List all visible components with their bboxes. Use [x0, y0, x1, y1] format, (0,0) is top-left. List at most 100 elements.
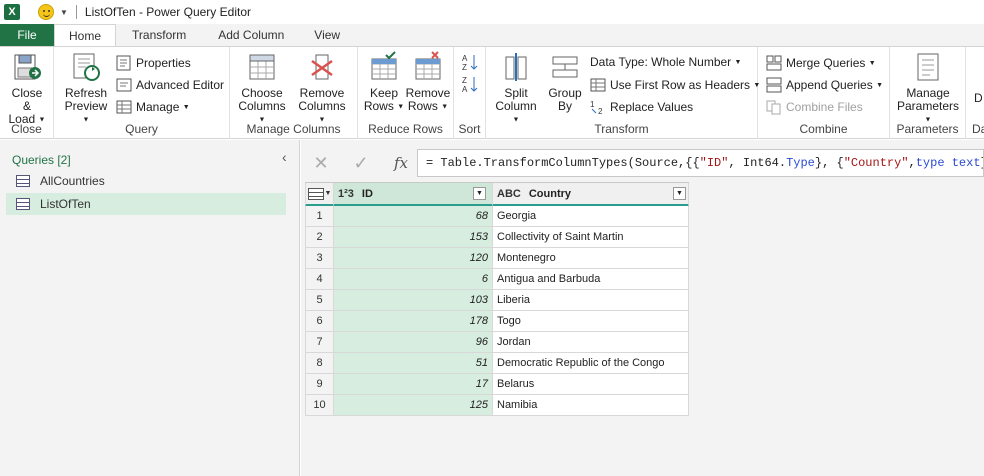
refresh-preview-button[interactable]: Refresh Preview ▼ [60, 51, 112, 126]
keep-rows-button[interactable]: Keep Rows ▼ [362, 51, 406, 113]
remove-columns-button[interactable]: Remove Columns ▼ [294, 51, 350, 126]
merge-queries-button[interactable]: Merge Queries ▼ [766, 55, 876, 71]
close-load-button[interactable]: Close & Load ▼ [6, 51, 48, 126]
column-header-label: Country [528, 187, 572, 200]
remove-rows-button[interactable]: Remove Rows ▼ [406, 51, 450, 113]
group-combine: Merge Queries ▼ Append Queries ▼ Combine… [758, 47, 890, 139]
tab-home[interactable]: Home [54, 24, 117, 46]
remove-rows-icon [412, 51, 444, 83]
group-query: Refresh Preview ▼ Properties Advanced Ed… [54, 47, 230, 139]
cell-country[interactable]: Togo [493, 311, 689, 332]
data-type-dropdown[interactable]: Data Type: Whole Number ▼ [590, 55, 741, 69]
column-filter-dropdown-icon[interactable]: ▼ [673, 187, 686, 200]
formula-input[interactable]: = Table.TransformColumnTypes(Source,{{"I… [417, 149, 984, 177]
cell-id[interactable]: 125 [334, 395, 493, 416]
query-item-allcountries[interactable]: AllCountries [6, 170, 286, 192]
column-filter-dropdown-icon[interactable]: ▼ [473, 187, 486, 200]
cell-country[interactable]: Collectivity of Saint Martin [493, 227, 689, 248]
table-menu-button[interactable]: ▼ [305, 183, 334, 207]
close-load-icon [11, 51, 43, 83]
row-number[interactable]: 1 [305, 206, 334, 227]
cell-id[interactable]: 96 [334, 332, 493, 353]
cell-country[interactable]: Montenegro [493, 248, 689, 269]
manage-button[interactable]: Manage ▼ [116, 99, 190, 115]
sort-descending-icon: ZA [462, 75, 478, 94]
tab-transform[interactable]: Transform [116, 24, 208, 46]
use-first-row-label: Use First Row as Headers [610, 78, 751, 92]
cell-id[interactable]: 178 [334, 311, 493, 332]
cell-country[interactable]: Namibia [493, 395, 689, 416]
cell-country[interactable]: Belarus [493, 374, 689, 395]
cell-id[interactable]: 68 [334, 206, 493, 227]
cancel-formula-button[interactable]: ✕ [301, 148, 341, 178]
cell-country[interactable]: Jordan [493, 332, 689, 353]
row-number[interactable]: 6 [305, 311, 334, 332]
manage-parameters-icon [912, 51, 944, 83]
table-header-icon [590, 77, 606, 93]
use-first-row-button[interactable]: Use First Row as Headers ▼ [590, 77, 760, 93]
tab-file[interactable]: File [0, 24, 54, 46]
row-number[interactable]: 4 [305, 269, 334, 290]
row-number[interactable]: 9 [305, 374, 334, 395]
row-number[interactable]: 10 [305, 395, 334, 416]
quick-access-dropdown-icon[interactable]: ▼ [60, 8, 68, 17]
properties-button[interactable]: Properties [116, 55, 191, 71]
table-row: 7 96 Jordan [305, 332, 689, 353]
formula-string-country: "Country" [843, 156, 909, 170]
collapse-pane-icon[interactable]: ‹ [282, 149, 287, 165]
choose-columns-label-2: Columns [238, 99, 286, 113]
whole-number-type-icon[interactable]: 1²3 [338, 188, 354, 200]
combine-files-button[interactable]: Combine Files [766, 99, 863, 115]
cell-id[interactable]: 120 [334, 248, 493, 269]
cell-id[interactable]: 17 [334, 374, 493, 395]
cell-id[interactable]: 153 [334, 227, 493, 248]
commit-formula-button[interactable]: ✓ [341, 148, 381, 178]
split-column-button[interactable]: Split Column ▼ [492, 51, 540, 126]
query-item-listoften[interactable]: ListOfTen [6, 193, 286, 215]
cell-id[interactable]: 51 [334, 353, 493, 374]
table-row: 3 120 Montenegro [305, 248, 689, 269]
group-by-button[interactable]: Group By [544, 51, 586, 113]
tab-view[interactable]: View [304, 24, 350, 46]
table-icon [16, 198, 30, 210]
row-number[interactable]: 3 [305, 248, 334, 269]
row-number[interactable]: 7 [305, 332, 334, 353]
cell-country[interactable]: Georgia [493, 206, 689, 227]
cell-country[interactable]: Democratic Republic of the Congo [493, 353, 689, 374]
table-row: 4 6 Antigua and Barbuda [305, 269, 689, 290]
properties-label: Properties [136, 56, 191, 70]
close-load-label-1: Close & [11, 86, 43, 113]
tab-add-column[interactable]: Add Column [208, 24, 304, 46]
group-by-label-2: By [557, 99, 572, 113]
row-number[interactable]: 8 [305, 353, 334, 374]
sort-ascending-icon: AZ [462, 53, 478, 72]
svg-text:1: 1 [590, 100, 595, 109]
query-item-label: ListOfTen [40, 197, 91, 211]
advanced-editor-button[interactable]: Advanced Editor [116, 77, 224, 93]
column-header-id[interactable]: 1²3 ID ▼ [334, 183, 493, 207]
row-number[interactable]: 2 [305, 227, 334, 248]
data-source-button[interactable]: D [974, 91, 983, 105]
column-header-country[interactable]: ABC Country ▼ [493, 183, 689, 207]
title-bar: X ▼ ListOfTen - Power Query Editor [0, 0, 984, 24]
append-queries-label: Append Queries [786, 78, 873, 92]
group-data-sources: D Da [966, 47, 984, 139]
append-queries-button[interactable]: Append Queries ▼ [766, 77, 883, 93]
replace-values-button[interactable]: 12 Replace Values [590, 99, 694, 116]
sort-ascending-button[interactable]: AZ [462, 53, 482, 72]
formula-keyword-type: Type [786, 156, 815, 170]
manage-parameters-button[interactable]: Manage Parameters ▼ [892, 51, 964, 126]
cell-country[interactable]: Antigua and Barbuda [493, 269, 689, 290]
row-number[interactable]: 5 [305, 290, 334, 311]
replace-values-label: Replace Values [610, 100, 694, 114]
queries-header: Queries [2] [12, 153, 71, 167]
cell-country[interactable]: Liberia [493, 290, 689, 311]
fx-icon[interactable]: fx [381, 148, 421, 178]
cell-id[interactable]: 6 [334, 269, 493, 290]
advanced-editor-label: Advanced Editor [136, 78, 225, 92]
feedback-smiley-icon[interactable] [38, 4, 54, 20]
cell-id[interactable]: 103 [334, 290, 493, 311]
sort-descending-button[interactable]: ZA [462, 75, 482, 94]
choose-columns-button[interactable]: Choose Columns ▼ [236, 51, 288, 126]
text-type-icon[interactable]: ABC [497, 188, 521, 200]
